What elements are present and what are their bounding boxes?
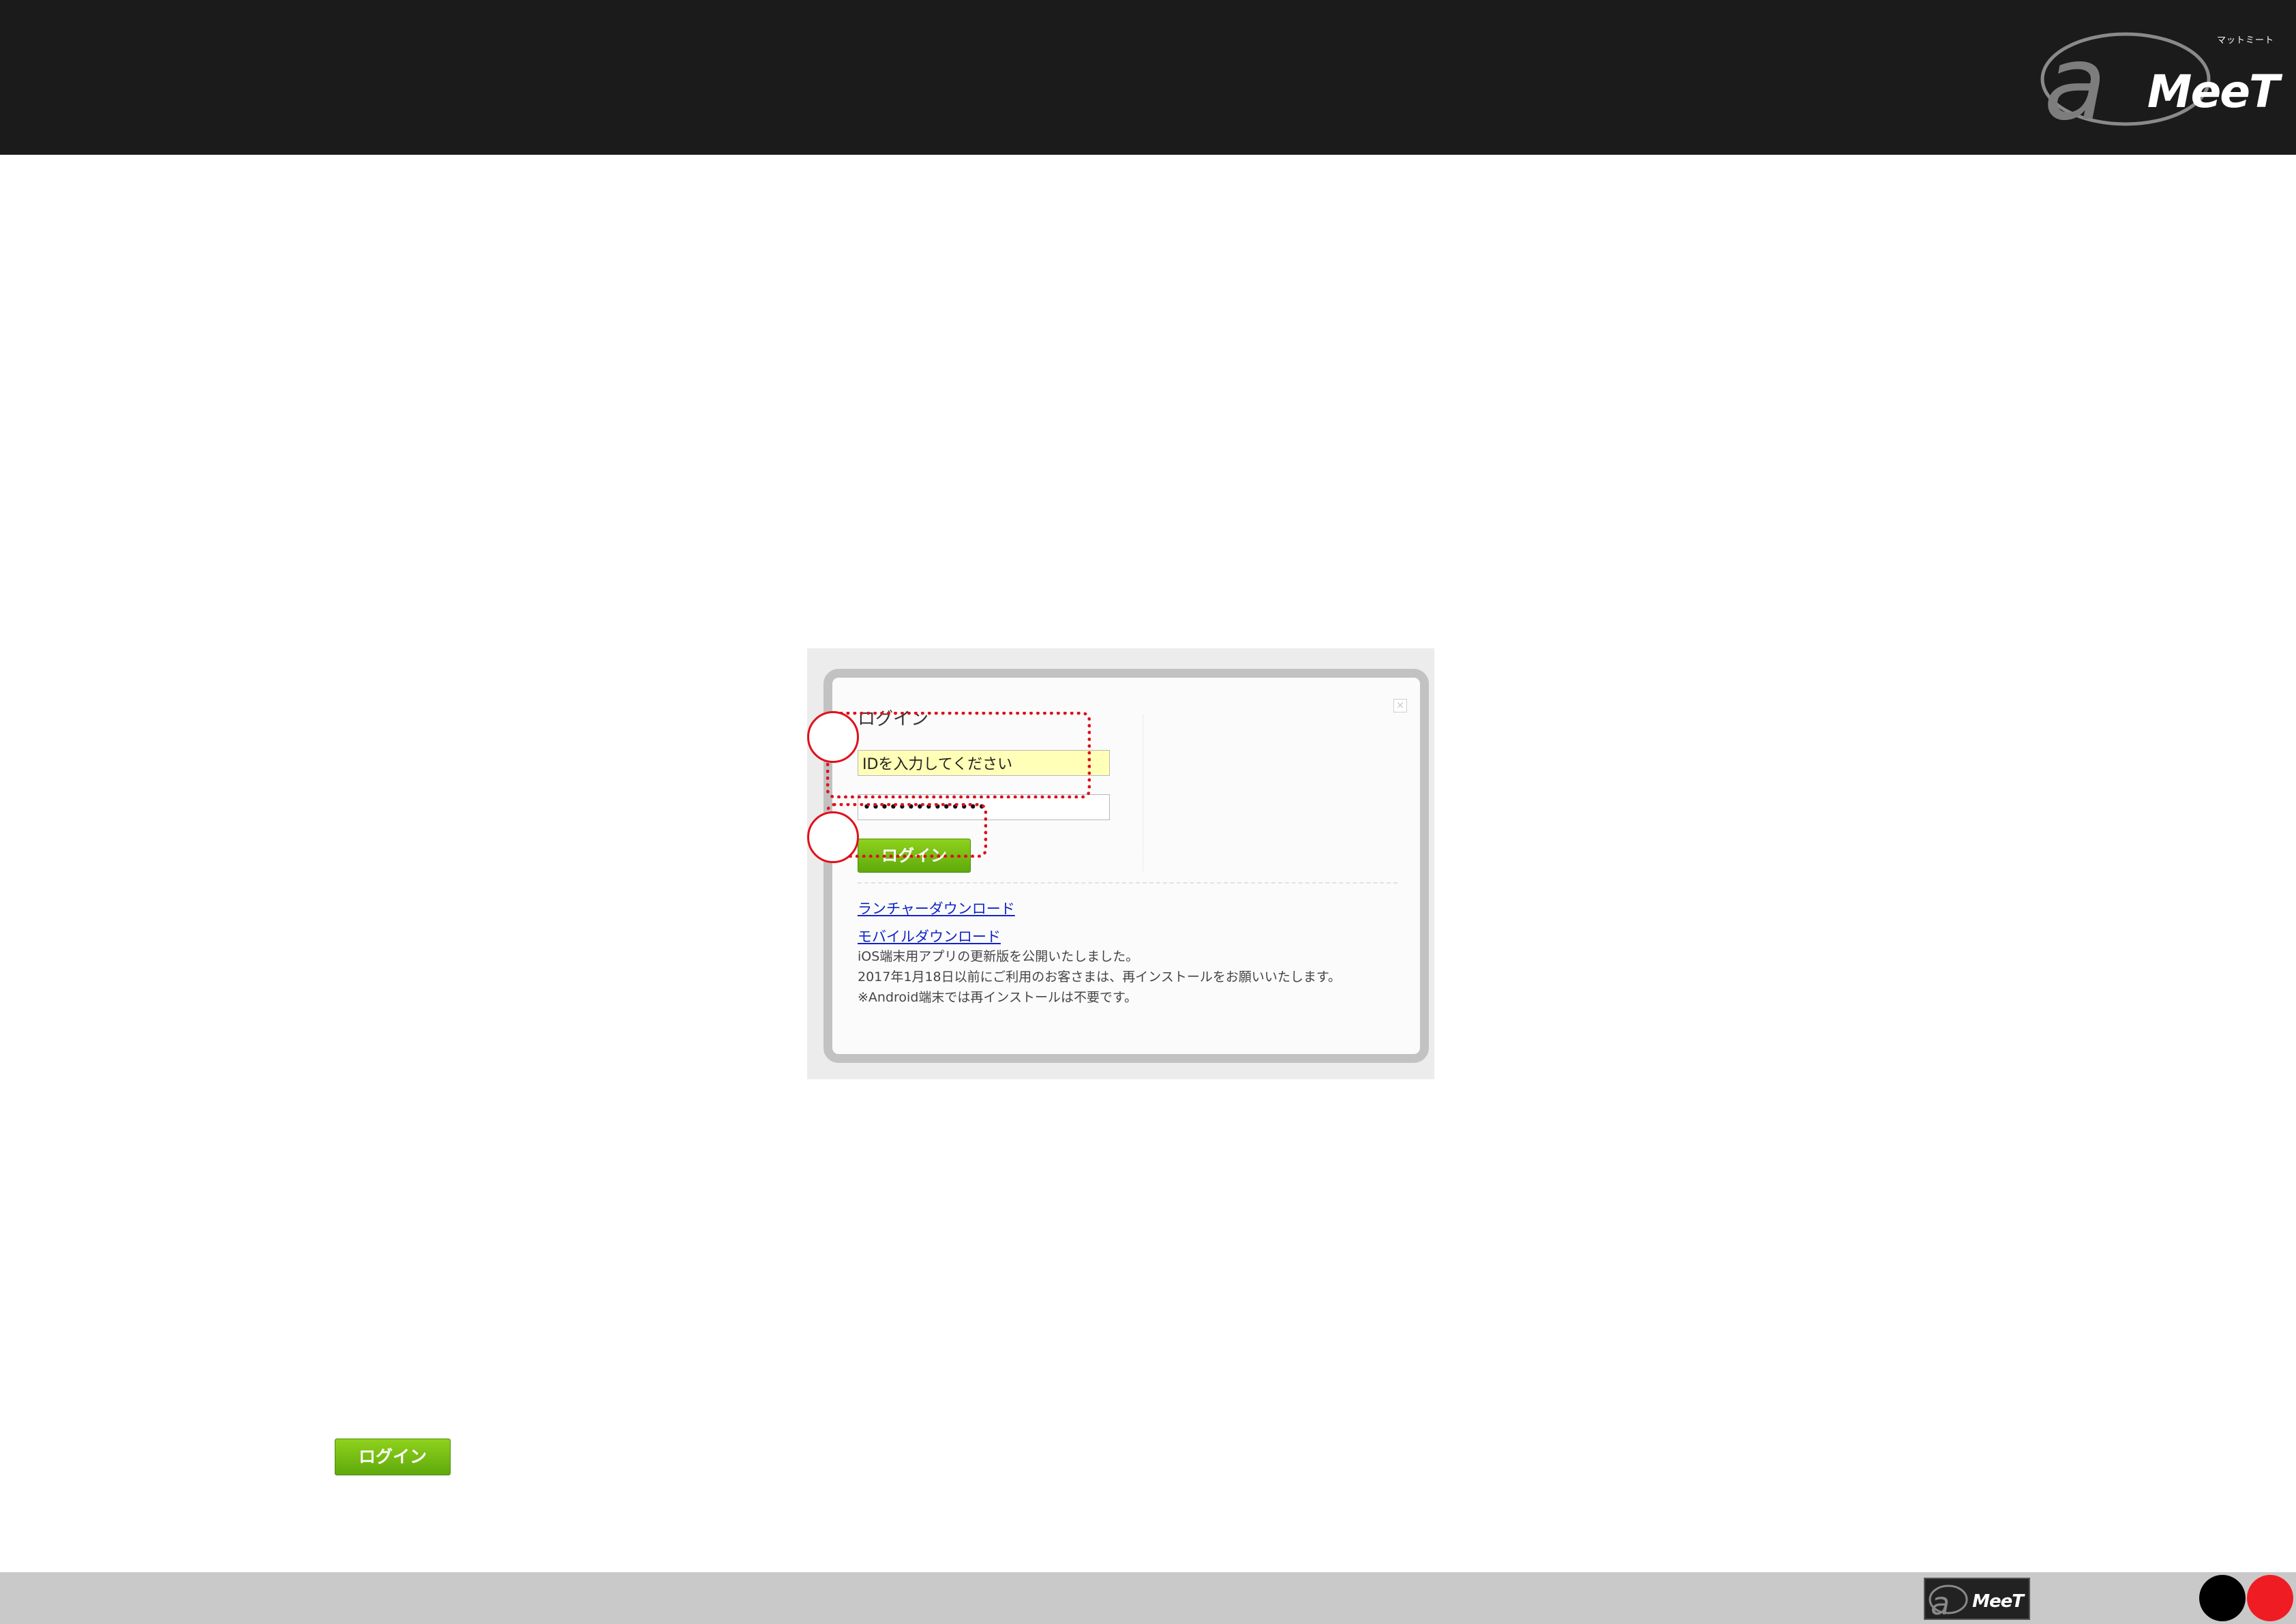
footer-swoosh-icon: a: [1929, 1584, 1968, 1617]
brand-logo: a マットミート MeeT: [2038, 30, 2281, 131]
svg-text:a: a: [1931, 1585, 1950, 1617]
android-note: ※Android端末では再インストールは不要です。: [858, 990, 1138, 1005]
credentials-highlight: [826, 712, 1091, 798]
ios-update-note: iOS端末用アプリの更新版を公開いたしました。: [858, 949, 1139, 964]
top-header-bar: a マットミート MeeT: [0, 0, 2296, 155]
mobile-download-link[interactable]: モバイルダウンロード: [858, 926, 1001, 946]
launcher-download-link[interactable]: ランチャーダウンロード: [858, 898, 1015, 918]
brand-kana: マットミート: [2216, 35, 2274, 46]
svg-text:a: a: [2044, 30, 2106, 131]
step-marker-1: [807, 711, 859, 763]
black-circle-icon: [2199, 1575, 2246, 1621]
horizontal-divider: [858, 882, 1398, 884]
footer-bar: a MeeT: [0, 1572, 2296, 1624]
close-icon[interactable]: ×: [1393, 699, 1407, 712]
red-circle-icon: [2247, 1575, 2293, 1621]
reinstall-note: 2017年1月18日以前にご利用のお客さまは、再インストールをお願いいたします。: [858, 969, 1341, 984]
footer-logo: a MeeT: [1924, 1578, 2030, 1620]
login-button-sample[interactable]: ログイン: [335, 1439, 451, 1475]
brand-wordmark: MeeT: [2147, 65, 2280, 118]
footer-wordmark: MeeT: [1972, 1591, 2024, 1612]
login-screenshot: × ログイン ログイン ランチャーダウンロード モバイルダウンロード iOS端末…: [807, 648, 1434, 1079]
step-marker-2: [807, 811, 859, 863]
